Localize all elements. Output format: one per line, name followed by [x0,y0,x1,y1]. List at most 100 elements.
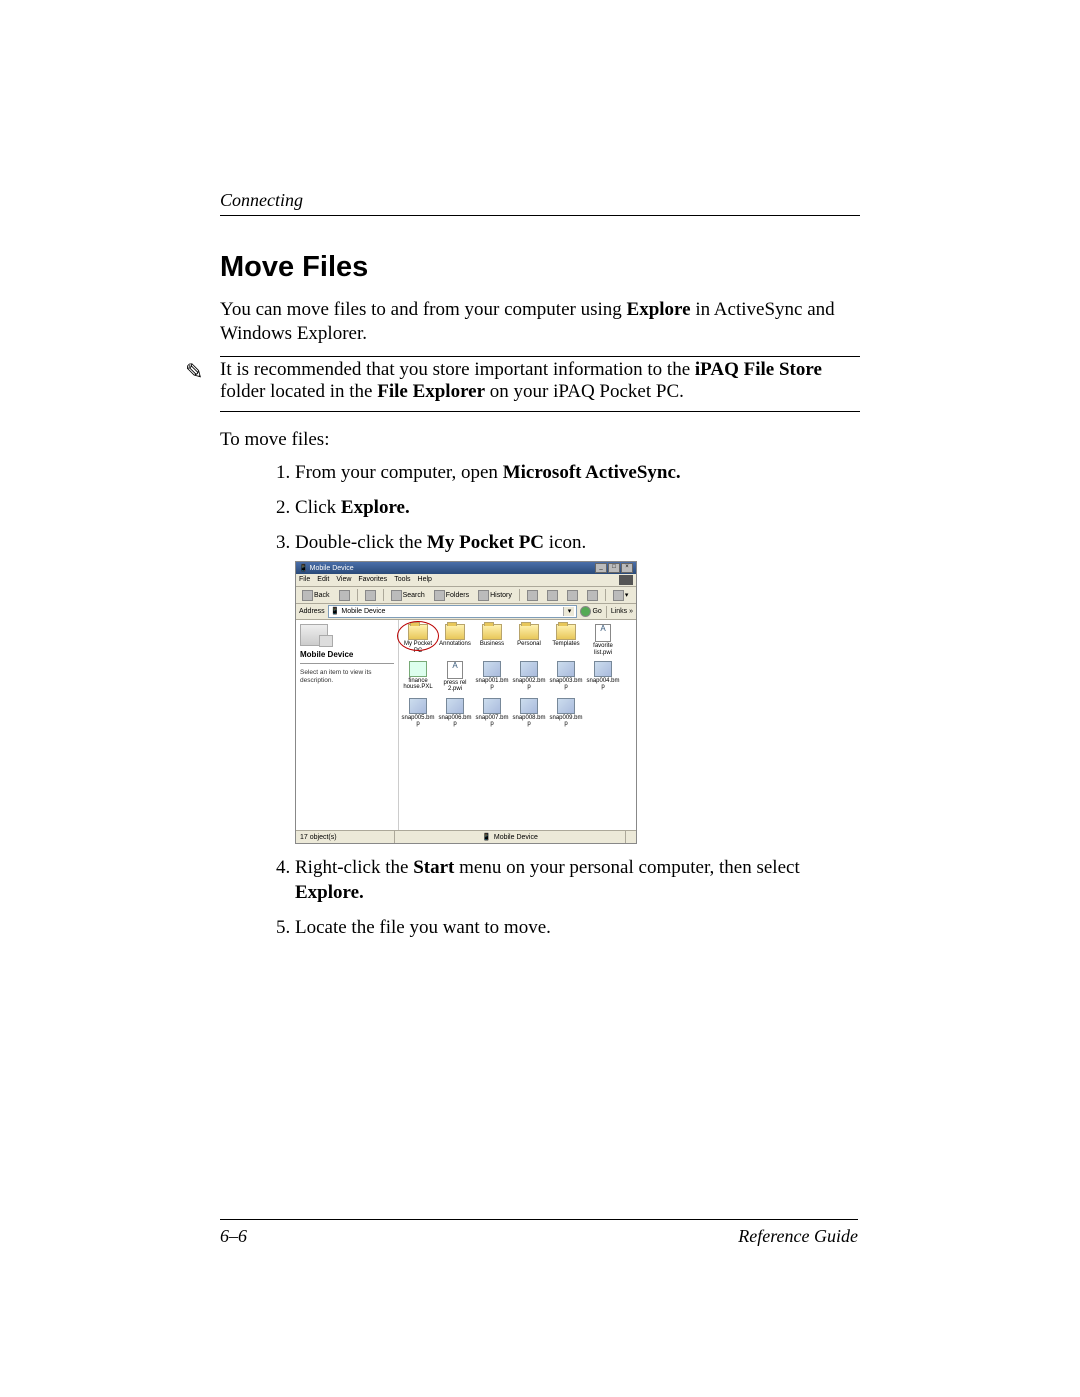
step4-b2: Explore. [295,882,364,903]
tab-icon [556,624,576,640]
tab-icon [408,624,428,640]
window-min-button[interactable]: _ [595,563,607,573]
menu-view[interactable]: View [336,575,351,585]
intro-pre: You can move files to and from your comp… [220,299,627,320]
file-row-1: My Pocket PCAnnotationsBusinessPersonalT… [401,624,634,656]
status-object-count: 17 object(s) [296,831,395,843]
step3-pre: Double-click the [295,532,427,553]
file-item[interactable]: snap002.bmp [512,661,546,693]
note-b1: iPAQ File Store [695,359,822,380]
file-pane[interactable]: My Pocket PCAnnotationsBusinessPersonalT… [399,620,636,830]
book-title: Reference Guide [738,1226,858,1247]
file-item[interactable]: snap007.bmp [475,698,509,728]
menu-help[interactable]: Help [418,575,432,585]
step-5: Locate the file you want to move. [295,916,860,941]
menu-file[interactable]: File [299,575,310,585]
search-button[interactable]: Search [388,588,428,602]
bmp-icon [557,698,575,714]
step-4: Right-click the Start menu on your perso… [295,856,860,905]
file-item[interactable]: Business [475,624,509,656]
folders-button[interactable]: Folders [431,588,472,602]
address-dropdown-icon[interactable]: ▾ [563,607,574,616]
note-pre: It is recommended that you store importa… [220,359,695,380]
back-button[interactable]: Back [299,588,333,602]
note-icon: ✎ [185,359,203,385]
file-item[interactable]: snap006.bmp [438,698,472,728]
tab-icon [445,624,465,640]
address-value: Mobile Device [341,607,385,616]
toolbar: Back Search Folders History ▾ [296,587,636,604]
pxl-icon [409,661,427,677]
window-max-button[interactable]: □ [608,563,620,573]
forward-button[interactable] [336,588,353,602]
doc-icon [595,624,611,642]
running-header: Connecting [220,190,860,211]
step1-bold: Microsoft ActiveSync. [503,462,681,483]
undo-button[interactable] [584,588,601,602]
file-item-label: favorite list.pwi [586,643,620,656]
views-button[interactable]: ▾ [610,588,632,602]
links-label[interactable]: Links » [611,607,633,616]
step-2: Click Explore. [295,496,860,521]
file-item[interactable]: snap005.bmp [401,698,435,728]
step3-bold: My Pocket PC [427,532,544,553]
file-item-label: snap003.bmp [549,678,583,691]
copyto-button[interactable] [544,588,561,602]
file-item-label: finance house.PXL [401,678,435,691]
step-3: Double-click the My Pocket PC icon. 📱 Mo… [295,531,860,845]
step1-pre: From your computer, open [295,462,503,483]
file-item[interactable]: snap004.bmp [586,661,620,693]
tab-icon [482,624,502,640]
address-label: Address [299,607,325,616]
step-1: From your computer, open Microsoft Activ… [295,461,860,486]
bmp-icon [483,661,501,677]
step4-mid: menu on your personal computer, then sel… [454,857,799,878]
menu-favorites[interactable]: Favorites [358,575,387,585]
menubar: File Edit View Favorites Tools Help [296,574,636,587]
file-item[interactable]: snap009.bmp [549,698,583,728]
file-item[interactable]: snap001.bmp [475,661,509,693]
intro-paragraph: You can move files to and from your comp… [220,298,860,346]
file-item[interactable]: snap008.bmp [512,698,546,728]
file-item[interactable]: Annotations [438,624,472,656]
file-item-label: snap007.bmp [475,715,509,728]
menu-edit[interactable]: Edit [317,575,329,585]
note-block: ✎ It is recommended that you store impor… [220,356,860,412]
window-close-button[interactable]: × [621,563,633,573]
bmp-icon [557,661,575,677]
file-item-label: snap004.bmp [586,678,620,691]
address-input[interactable]: 📱 Mobile Device ▾ [328,605,578,618]
file-item[interactable]: My Pocket PC [401,624,435,656]
tab-icon [519,624,539,640]
doc-icon [447,661,463,679]
history-button[interactable]: History [475,588,515,602]
file-item[interactable]: snap003.bmp [549,661,583,693]
file-item-label: snap002.bmp [512,678,546,691]
file-item[interactable]: Personal [512,624,546,656]
step4-b1: Start [413,857,454,878]
up-button[interactable] [362,588,379,602]
mobile-device-icon [300,624,328,646]
header-rule [220,215,860,216]
file-item-label: Annotations [438,641,472,647]
note-b2: File Explorer [377,381,485,402]
moveto-button[interactable] [524,588,541,602]
file-item[interactable]: favorite list.pwi [586,624,620,656]
status-location: 📱 Mobile Device [395,831,626,843]
file-item[interactable]: Templates [549,624,583,656]
side-title: Mobile Device [300,650,394,660]
bmp-icon [594,661,612,677]
status-bar: 17 object(s) 📱 Mobile Device [296,830,636,843]
file-item[interactable]: press rel 2.pwi [438,661,472,693]
step4-pre: Right-click the [295,857,413,878]
section-title: Move Files [220,251,860,284]
menu-tools[interactable]: Tools [394,575,410,585]
file-item[interactable]: finance house.PXL [401,661,435,693]
step2-bold: Explore. [341,497,410,518]
go-button[interactable]: Go [580,606,601,617]
bmp-icon [520,661,538,677]
bmp-icon [520,698,538,714]
delete-button[interactable] [564,588,581,602]
file-item-label: snap001.bmp [475,678,509,691]
window-titlebar[interactable]: 📱 Mobile Device _ □ × [296,562,636,574]
